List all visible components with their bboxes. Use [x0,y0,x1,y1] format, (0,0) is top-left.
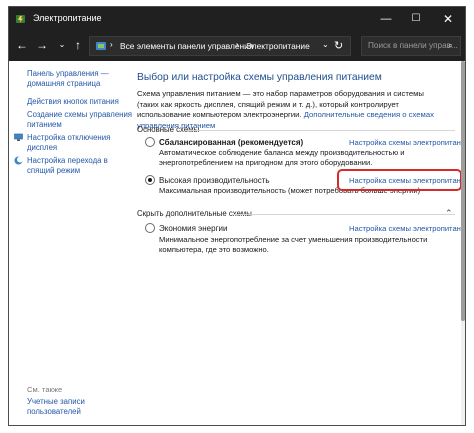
sidebar-item-create-plan[interactable]: Создание схемы управления питанием [27,110,132,130]
page-title: Выбор или настройка схемы управления пит… [137,72,382,83]
search-box[interactable]: Поиск в панели управ... ⌕ [361,36,461,56]
sleep-moon-icon [14,156,23,165]
breadcrumb-separator: › [236,40,239,49]
sidebar-item-sleep[interactable]: Настройка перехода в спящий режим [27,156,108,176]
back-button[interactable]: ← [13,35,31,55]
control-panel-icon [96,42,106,50]
divider [185,130,455,131]
highlight-box [337,169,462,191]
breadcrumb-separator: › [110,40,113,49]
sidebar-item-display-off[interactable]: Настройка отключения дисплея [27,133,110,153]
plan-high-performance-radio[interactable] [145,175,155,185]
plan-power-saver-description: Минимальное энергопотребление за счет ум… [159,235,428,255]
close-button[interactable]: ✕ [433,7,463,31]
breadcrumb-power-options[interactable]: Электропитание [246,41,310,51]
sidebar-item-user-accounts[interactable]: Учетные записи пользователей [27,397,85,417]
plan-balanced-description: Автоматическое соблюдение баланса между … [159,148,405,168]
power-options-icon [16,15,25,23]
maximize-button[interactable]: ☐ [401,7,431,31]
vertical-scrollbar[interactable] [461,61,465,425]
search-icon[interactable]: ⌕ [448,40,453,51]
window-title: Электропитание [33,13,102,23]
sidebar-item-power-buttons[interactable]: Действия кнопок питания [27,97,119,107]
address-bar: ← → ⌄ ↑ › Все элементы панели управления… [9,31,465,61]
minimize-button[interactable]: — [371,7,401,31]
plan-balanced-radio[interactable] [145,137,155,147]
breadcrumb-control-panel[interactable]: Все элементы панели управления [120,41,253,51]
plan-high-performance-name[interactable]: Высокая производительность [159,176,270,185]
plan-power-saver-settings-link[interactable]: Настройка схемы электропитания [349,224,465,233]
scrollbar-thumb[interactable] [461,61,465,321]
collapse-chevron-icon[interactable]: ⌃ [445,208,453,219]
address-field[interactable]: › Все элементы панели управления › Элект… [89,36,351,56]
plan-power-saver-name[interactable]: Экономия энергии [159,224,227,233]
title-bar: Электропитание — ☐ ✕ [9,7,465,31]
plan-balanced-settings-link[interactable]: Настройка схемы электропитания [349,138,465,147]
plan-power-saver-radio[interactable] [145,223,155,233]
up-button[interactable]: ↑ [69,35,87,55]
see-also-label: См. также [27,385,63,394]
refresh-icon[interactable]: ↻ [334,39,343,52]
forward-button[interactable]: → [33,35,51,55]
display-icon [14,133,23,141]
search-input[interactable]: Поиск в панели управ... [368,41,458,50]
sidebar-item-control-panel-home[interactable]: Панель управления — домашняя страница [27,69,109,89]
divider [233,214,455,215]
power-options-window: Электропитание — ☐ ✕ ← → ⌄ ↑ › Все элеме… [8,6,466,426]
plan-balanced-name[interactable]: Сбалансированная (рекомендуется) [159,138,303,147]
address-dropdown-icon[interactable]: ⌄ [322,40,329,49]
